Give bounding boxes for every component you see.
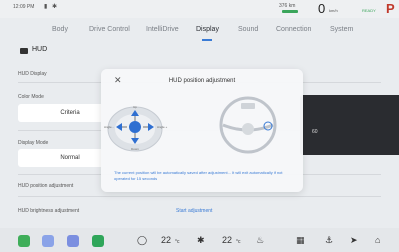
dock-bar: ◯ 22 °c ✱ 22 °c ♨ ▦ ⚓ ➤ ⌂ (0, 228, 399, 252)
temp-left[interactable]: 22 (161, 235, 171, 245)
speed-unit: km/h (329, 8, 338, 13)
divider (18, 196, 381, 197)
ready-indicator: READY (362, 8, 376, 13)
clock: 12:09 PM (13, 4, 35, 10)
temp-left-unit: °c (175, 239, 180, 245)
preview-speed: 60 (312, 129, 318, 135)
temp-right-unit: °c (236, 239, 241, 245)
up-text: Up (133, 105, 137, 109)
hud-brightness-label: HUD brightness adjustment (18, 208, 80, 214)
tab-display[interactable]: Display (196, 26, 219, 33)
section-title: HUD (32, 46, 48, 53)
gear-indicator: P (386, 1, 395, 16)
temp-right[interactable]: 22 (222, 235, 232, 245)
apps-grid-icon[interactable]: ▦ (296, 235, 305, 246)
car-icon[interactable]: ⚓ (325, 235, 333, 246)
tab-body[interactable]: Body (52, 26, 68, 33)
status-bar: 12:09 PM ▮ ✱ 376 km 0 km/h READY P (0, 0, 399, 18)
tab-sound[interactable]: Sound (238, 26, 258, 33)
app-icon-purple[interactable] (42, 235, 54, 247)
color-mode-label: Color Mode (18, 94, 44, 100)
tab-system[interactable]: System (330, 26, 353, 33)
hud-preview-panel: 60 (300, 95, 399, 155)
down-text: Down (131, 147, 139, 151)
dialog-title: HUD position adjustment (168, 78, 236, 84)
app-icon-blue[interactable] (67, 235, 79, 247)
hud-display-label: HUD Display (18, 71, 47, 77)
hud-position-label: HUD position adjustment (18, 183, 74, 189)
fan-icon[interactable]: ✱ (197, 235, 205, 246)
app-icon-green[interactable] (18, 235, 30, 247)
angle-plus-text: Angle + (157, 125, 168, 129)
tab-intellidrive[interactable]: IntelliDrive (146, 26, 179, 33)
steering-icon[interactable]: ◯ (137, 235, 147, 246)
active-tab-indicator (202, 39, 212, 41)
joystick-center (129, 121, 141, 133)
seat-heat-icon[interactable]: ♨ (256, 235, 264, 246)
signal-icon: ▮ (44, 4, 48, 10)
tab-drive-control[interactable]: Drive Control (89, 26, 130, 33)
speed-readout: 0 (318, 1, 326, 16)
tab-connection[interactable]: Connection (276, 26, 311, 33)
settings-tabs: Body Drive Control IntelliDrive Display … (0, 22, 399, 42)
range-readout: 376 km (279, 3, 296, 9)
display-mode-label: Display Mode (18, 140, 49, 146)
navigation-icon[interactable]: ➤ (350, 235, 358, 246)
home-icon[interactable]: ⌂ (375, 235, 380, 245)
phone-icon[interactable] (92, 235, 104, 247)
start-adjustment-link[interactable]: Start adjustment (176, 208, 212, 214)
hud-icon (20, 48, 28, 54)
hud-position-dialog: Up Down Angle - Angle + ✕ HUD position a… (101, 69, 303, 192)
bluetooth-icon: ✱ (52, 4, 58, 10)
dialog-message: The current position will be automatical… (114, 170, 283, 181)
battery-icon (282, 10, 298, 13)
angle-minus-text: Angle - (104, 125, 114, 129)
